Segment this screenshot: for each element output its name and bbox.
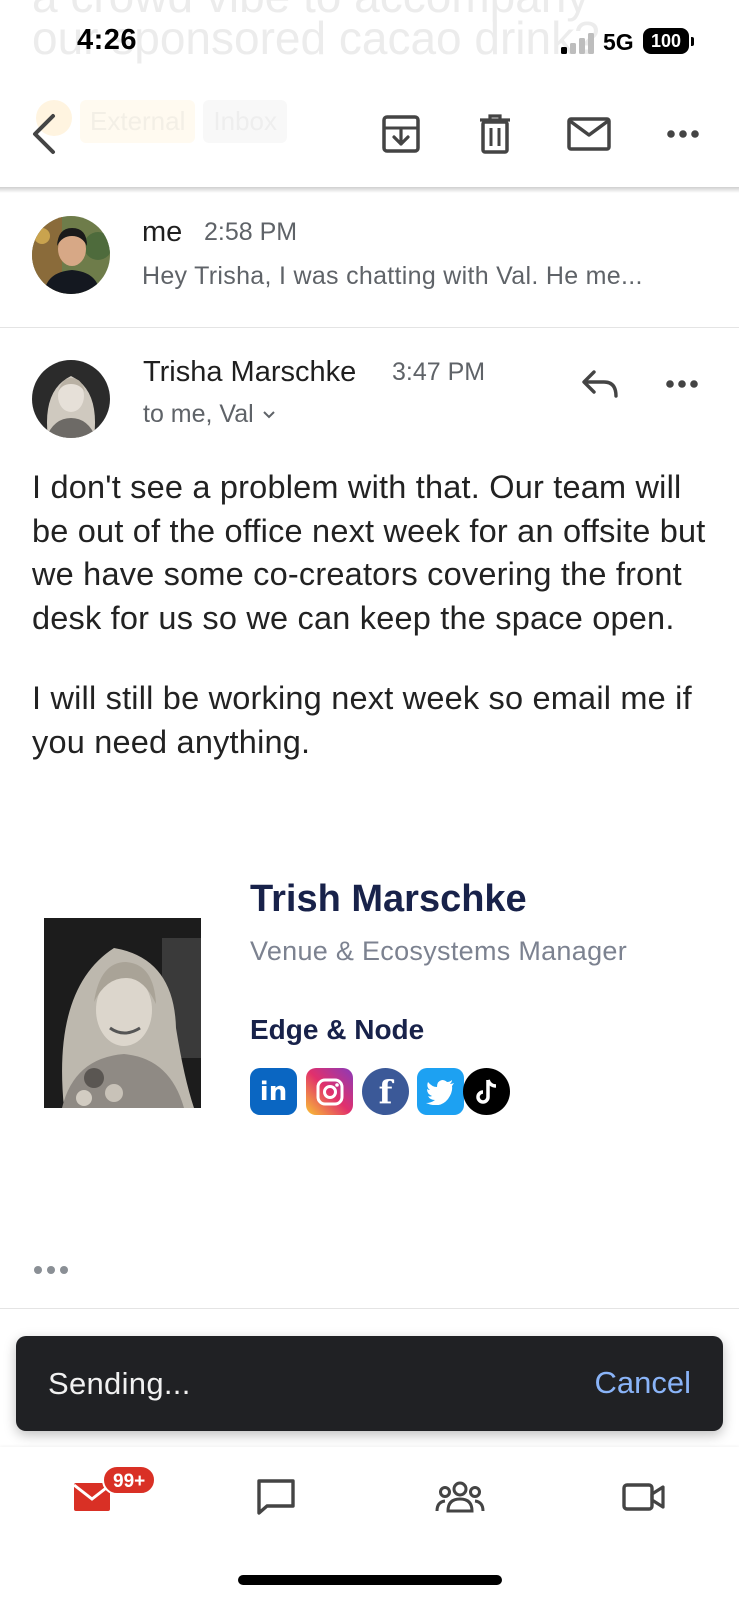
back-button[interactable] (14, 104, 74, 164)
cancel-send-button[interactable]: Cancel (595, 1365, 692, 1401)
message-header: Trisha Marschke 3:47 PM to me, Val (0, 330, 739, 450)
home-indicator (238, 1575, 502, 1585)
message-toolbar (0, 84, 739, 188)
mark-unread-button[interactable] (559, 104, 619, 164)
spaces-icon (435, 1481, 485, 1513)
more-options-button[interactable] (653, 104, 713, 164)
signature-name: Trish Marschke (250, 878, 527, 920)
delete-button[interactable] (465, 104, 525, 164)
chat-icon (257, 1479, 295, 1515)
battery-icon: 100 (643, 28, 694, 54)
twitter-icon[interactable] (417, 1068, 464, 1115)
signature-photo (44, 918, 201, 1108)
message-time: 2:58 PM (204, 218, 298, 246)
mark-unread-icon (567, 117, 611, 151)
sender-name: me (142, 216, 183, 248)
signature-company: Edge & Node (250, 1014, 425, 1045)
facebook-icon[interactable]: f (362, 1068, 409, 1115)
sender-name: Trisha Marschke (143, 356, 357, 388)
instagram-icon[interactable] (306, 1068, 353, 1115)
toolbar-divider (0, 187, 739, 193)
nav-chat[interactable] (236, 1467, 316, 1527)
body-paragraph: I will still be working next week so ema… (32, 680, 692, 760)
status-bar: 4:26 5G 100 (0, 0, 739, 84)
network-type: 5G (603, 29, 634, 55)
message-body: I don't see a problem with that. Our tea… (32, 466, 722, 801)
archive-icon (382, 115, 420, 153)
mail-unread-badge: 99+ (102, 1465, 157, 1495)
more-icon (666, 380, 698, 388)
message-snippet: Hey Trisha, I was chatting with Val. He … (142, 262, 643, 290)
nav-spaces[interactable] (420, 1467, 500, 1527)
avatar-trisha (32, 360, 110, 438)
show-trimmed-content-button[interactable] (34, 1266, 68, 1274)
status-time: 4:26 (77, 24, 138, 56)
linkedin-icon[interactable]: in (250, 1068, 297, 1115)
message-more-button[interactable] (652, 354, 712, 414)
message-time: 3:47 PM (392, 358, 486, 386)
snackbar-text: Sending... (48, 1366, 191, 1401)
delete-icon (480, 114, 510, 154)
body-paragraph: I don't see a problem with that. Our tea… (32, 469, 706, 636)
message-divider (0, 1308, 739, 1309)
chevron-down-icon (262, 410, 275, 418)
back-icon (33, 114, 55, 154)
signature-title: Venue & Ecosystems Manager (250, 936, 627, 966)
recipients-label: to me, Val (143, 400, 254, 428)
sending-snackbar: Sending... Cancel (16, 1336, 723, 1431)
signal-icon (561, 32, 595, 54)
reply-button[interactable] (568, 354, 632, 414)
nav-meet[interactable] (604, 1467, 684, 1527)
archive-button[interactable] (371, 104, 431, 164)
tiktok-icon[interactable] (463, 1068, 510, 1115)
reply-icon (582, 370, 618, 398)
video-icon (622, 1483, 665, 1511)
more-icon (667, 130, 699, 138)
avatar-me (32, 216, 110, 294)
collapsed-message[interactable]: me 2:58 PM Hey Trisha, I was chatting wi… (0, 198, 739, 328)
recipients-toggle[interactable]: to me, Val (143, 400, 276, 429)
